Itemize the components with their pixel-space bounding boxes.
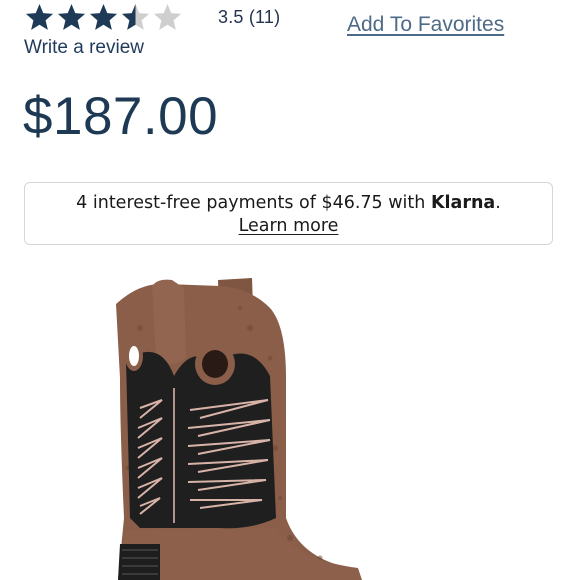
- product-price: $187.00: [23, 87, 219, 146]
- klarna-text-before: 4 interest-free payments of $46.75 with: [76, 193, 431, 213]
- add-to-favorites-link[interactable]: Add To Favorites: [347, 13, 504, 37]
- klarna-logo-text: Klarna: [430, 193, 496, 213]
- star-rating[interactable]: [24, 2, 183, 33]
- boot-pull-hole-left-inner: [129, 346, 139, 366]
- star-icon: [89, 3, 118, 30]
- klarna-text-after: .: [495, 193, 501, 213]
- boot-pull-strap-front: [152, 279, 186, 364]
- boot-pull-hole-right-inner: [202, 350, 228, 378]
- star-icon: [121, 3, 150, 30]
- rating-row: [24, 2, 183, 33]
- klarna-payment-banner: 4 interest-free payments of $46.75 with …: [24, 182, 553, 245]
- klarna-learn-more: Learn more: [25, 216, 552, 236]
- boot-welt-panel: [118, 544, 160, 580]
- klarna-message: 4 interest-free payments of $46.75 with …: [25, 193, 552, 213]
- star-icon: [57, 3, 86, 30]
- write-review-link[interactable]: Write a review: [24, 37, 144, 59]
- star-icon: [153, 3, 182, 30]
- cowboy-boot-image: [116, 278, 362, 580]
- learn-more-link[interactable]: Learn more: [239, 216, 339, 236]
- rating-summary[interactable]: 3.5 (11): [218, 7, 280, 28]
- star-icon: [25, 3, 54, 30]
